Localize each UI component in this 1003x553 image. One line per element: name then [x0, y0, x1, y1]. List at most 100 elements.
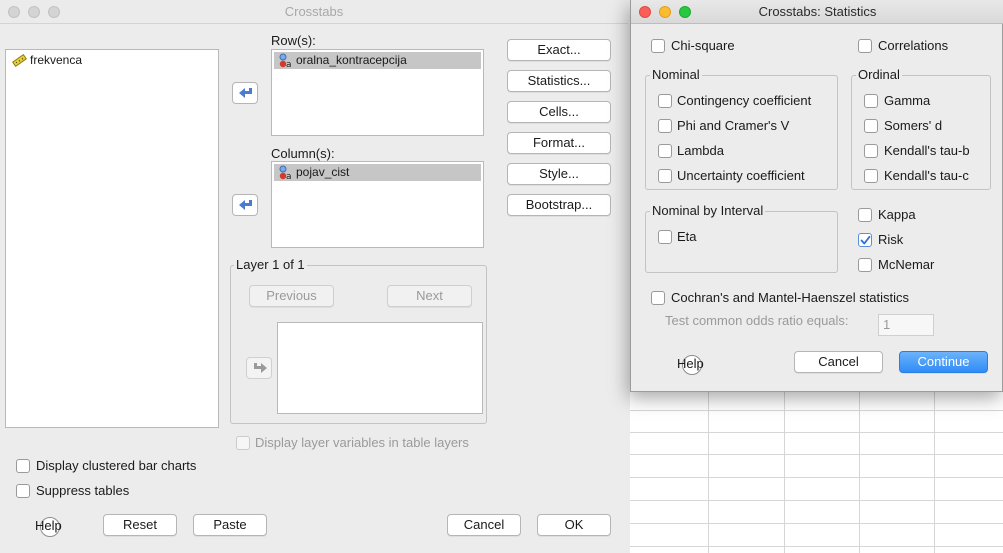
previous-layer-button[interactable]: Previous	[249, 285, 334, 307]
crosstabs-window: Crosstabs frekvenca Row(s): a oralna_kon…	[0, 0, 628, 553]
nominal-title: Nominal	[650, 67, 702, 83]
odds-ratio-input[interactable]: 1	[878, 314, 934, 336]
data-editor-grid	[630, 392, 1003, 553]
grid-line	[630, 500, 1003, 501]
cochran-mantel-haenszel-checkbox[interactable]	[651, 291, 665, 305]
lambda-checkbox[interactable]	[658, 144, 672, 158]
reset-button[interactable]: Reset	[103, 514, 177, 536]
cancel-button[interactable]: Cancel	[447, 514, 521, 536]
move-to-columns-button[interactable]	[232, 194, 258, 216]
arrow-left-icon	[239, 200, 252, 210]
nominal-variable-icon: a	[279, 53, 292, 68]
risk-label: Risk	[878, 232, 904, 247]
grid-line	[784, 392, 785, 553]
help-button[interactable]: Help	[35, 511, 63, 539]
ruler-icon	[12, 54, 27, 67]
grid-line	[630, 454, 1003, 455]
grid-line	[630, 410, 1003, 411]
bootstrap-button[interactable]: Bootstrap...	[507, 194, 611, 216]
grid-line	[934, 392, 935, 553]
rows-label: Row(s):	[271, 33, 316, 48]
cochran-mantel-haenszel-label: Cochran's and Mantel-Haenszel statistics	[671, 290, 910, 305]
kappa-checkbox[interactable]	[858, 208, 872, 222]
variable-name: oralna_kontracepcija	[296, 53, 407, 67]
titlebar: Crosstabs	[0, 0, 628, 24]
eta-label: Eta	[677, 229, 697, 244]
kendalls-tau-c-label: Kendall's tau-c	[884, 168, 969, 183]
titlebar: Crosstabs: Statistics	[631, 0, 1003, 24]
clustered-bar-charts-checkbox[interactable]	[16, 459, 30, 473]
chi-square-label: Chi-square	[671, 38, 735, 53]
mcnemar-label: McNemar	[878, 257, 935, 272]
cancel-button[interactable]: Cancel	[794, 351, 883, 373]
window-title: Crosstabs: Statistics	[758, 4, 877, 19]
display-layer-variables-label: Display layer variables in table layers	[255, 435, 469, 450]
layer-title: Layer 1 of 1	[234, 257, 307, 273]
gamma-label: Gamma	[884, 93, 931, 108]
nominal-variable-icon: a	[279, 165, 292, 180]
columns-label: Column(s):	[271, 146, 335, 161]
kendalls-tau-c-checkbox[interactable]	[864, 169, 878, 183]
phi-cramers-v-checkbox[interactable]	[658, 119, 672, 133]
crosstabs-statistics-dialog: Crosstabs: Statistics Chi-square Correla…	[630, 0, 1003, 392]
svg-text:a: a	[286, 60, 292, 68]
nominal-by-interval-title: Nominal by Interval	[650, 203, 766, 219]
grid-line	[630, 432, 1003, 433]
list-item[interactable]: a oralna_kontracepcija	[274, 52, 481, 69]
correlations-checkbox[interactable]	[858, 39, 872, 53]
grid-line	[708, 392, 709, 553]
grid-line	[630, 477, 1003, 478]
clustered-bar-charts-label: Display clustered bar charts	[36, 458, 197, 473]
help-label: Help	[35, 518, 62, 533]
rows-list[interactable]: a oralna_kontracepcija	[271, 49, 484, 136]
format-button[interactable]: Format...	[507, 132, 611, 154]
ok-button[interactable]: OK	[537, 514, 611, 536]
uncertainty-coefficient-label: Uncertainty coefficient	[677, 168, 805, 183]
chi-square-checkbox[interactable]	[651, 39, 665, 53]
source-variable-list[interactable]: frekvenca	[5, 49, 219, 428]
contingency-coefficient-label: Contingency coefficient	[677, 93, 812, 108]
eta-checkbox[interactable]	[658, 230, 672, 244]
gamma-checkbox[interactable]	[864, 94, 878, 108]
ordinal-title: Ordinal	[856, 67, 902, 83]
risk-checkbox[interactable]	[858, 233, 872, 247]
grid-line	[859, 392, 860, 553]
mcnemar-checkbox[interactable]	[858, 258, 872, 272]
exact-button[interactable]: Exact...	[507, 39, 611, 61]
phi-cramers-v-label: Phi and Cramer's V	[677, 118, 790, 133]
lambda-label: Lambda	[677, 143, 724, 158]
next-layer-button[interactable]: Next	[387, 285, 472, 307]
kendalls-tau-b-label: Kendall's tau-b	[884, 143, 970, 158]
list-item[interactable]: a pojav_cist	[274, 164, 481, 181]
columns-list[interactable]: a pojav_cist	[271, 161, 484, 248]
correlations-label: Correlations	[878, 38, 949, 53]
kappa-label: Kappa	[878, 207, 916, 222]
svg-text:a: a	[286, 172, 292, 180]
window-title: Crosstabs	[284, 4, 344, 19]
uncertainty-coefficient-checkbox[interactable]	[658, 169, 672, 183]
suppress-tables-label: Suppress tables	[36, 483, 130, 498]
help-label: Help	[677, 356, 704, 371]
somers-d-checkbox[interactable]	[864, 119, 878, 133]
checkmark-icon	[860, 235, 871, 245]
cells-button[interactable]: Cells...	[507, 101, 611, 123]
move-to-rows-button[interactable]	[232, 82, 258, 104]
help-button[interactable]: Help	[677, 349, 705, 377]
grid-line	[630, 546, 1003, 547]
continue-button[interactable]: Continue	[899, 351, 988, 373]
nominal-by-interval-group: Nominal by Interval	[645, 203, 838, 273]
somers-d-label: Somers' d	[884, 118, 943, 133]
style-button[interactable]: Style...	[507, 163, 611, 185]
variable-name: pojav_cist	[296, 165, 350, 179]
statistics-button[interactable]: Statistics...	[507, 70, 611, 92]
grid-line	[630, 523, 1003, 524]
layer-list[interactable]	[277, 322, 483, 414]
paste-button[interactable]: Paste	[193, 514, 267, 536]
kendalls-tau-b-checkbox[interactable]	[864, 144, 878, 158]
display-layer-variables-checkbox[interactable]	[236, 436, 250, 450]
contingency-coefficient-checkbox[interactable]	[658, 94, 672, 108]
odds-ratio-label: Test common odds ratio equals:	[665, 313, 849, 328]
list-item[interactable]: frekvenca	[8, 52, 216, 69]
variable-name: frekvenca	[30, 53, 83, 67]
suppress-tables-checkbox[interactable]	[16, 484, 30, 498]
